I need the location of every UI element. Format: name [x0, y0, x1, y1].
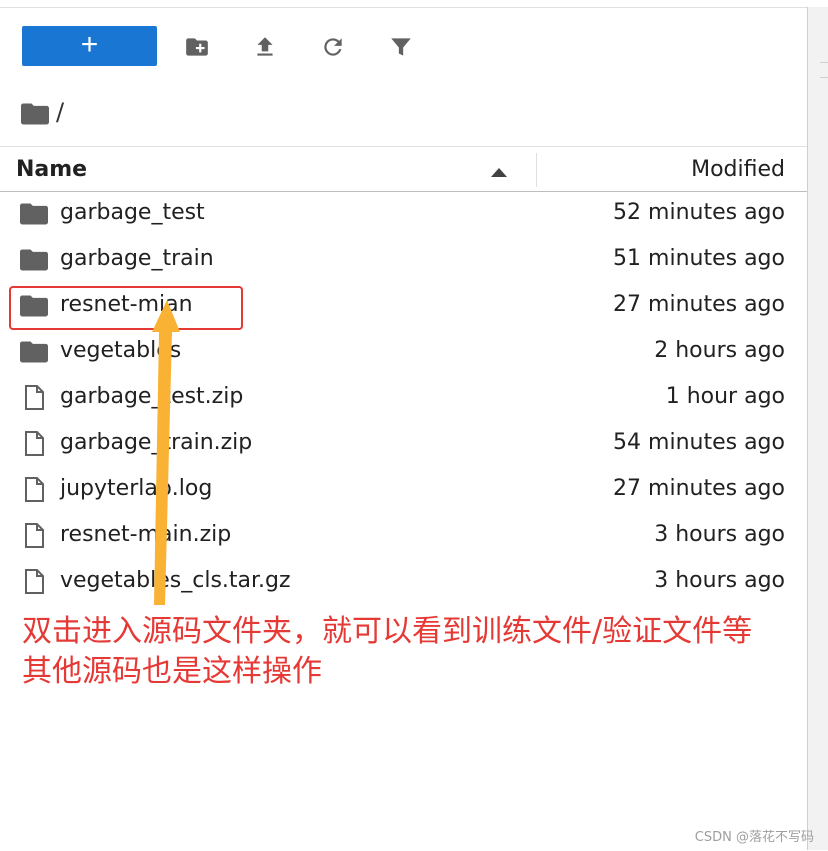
file-icon	[20, 569, 48, 595]
new-launcher-button[interactable]: +	[22, 26, 157, 66]
folder-icon	[20, 247, 48, 273]
folder-icon	[20, 201, 48, 227]
file-modified: 3 hours ago	[654, 568, 785, 593]
file-icon	[20, 523, 48, 549]
annotation-line-1: 双击进入源码文件夹，就可以看到训练文件/验证文件等	[22, 614, 753, 649]
file-row-vegetables[interactable]: vegetables 2 hours ago	[0, 329, 807, 375]
breadcrumb-path[interactable]: /	[56, 98, 64, 126]
file-icon	[20, 477, 48, 503]
file-row-garbage-test-zip[interactable]: garbage_test.zip 1 hour ago	[0, 375, 807, 421]
file-row-vegetables-cls-tar-gz[interactable]: vegetables_cls.tar.gz 3 hours ago	[0, 559, 807, 605]
annotation-text: 双击进入源码文件夹，就可以看到训练文件/验证文件等 其他源码也是这样操作	[22, 612, 812, 692]
new-folder-icon[interactable]	[184, 34, 210, 60]
column-header-modified[interactable]: Modified	[691, 157, 785, 182]
upload-icon[interactable]	[252, 34, 278, 60]
column-header-name[interactable]: Name	[16, 157, 87, 182]
filter-icon[interactable]	[388, 34, 414, 60]
file-row-garbage-test[interactable]: garbage_test 52 minutes ago	[0, 191, 807, 237]
file-name: jupyterlab.log	[60, 476, 213, 501]
file-modified: 2 hours ago	[654, 338, 785, 363]
edge-line	[820, 62, 828, 63]
listing-header: Name Modified	[0, 146, 807, 192]
sort-ascending-icon[interactable]	[490, 163, 508, 177]
refresh-icon[interactable]	[320, 34, 346, 60]
file-name: garbage_train.zip	[60, 430, 253, 455]
file-modified: 27 minutes ago	[613, 292, 785, 317]
file-row-resnet-main-zip[interactable]: resnet-main.zip 3 hours ago	[0, 513, 807, 559]
file-row-garbage-train[interactable]: garbage_train 51 minutes ago	[0, 237, 807, 283]
highlight-box	[9, 286, 243, 330]
file-modified: 51 minutes ago	[613, 246, 785, 271]
file-name: garbage_train	[60, 246, 214, 271]
file-name: garbage_test.zip	[60, 384, 244, 409]
edge-line	[820, 77, 828, 78]
file-name: resnet-main.zip	[60, 522, 232, 547]
file-modified: 3 hours ago	[654, 522, 785, 547]
annotation-line-2: 其他源码也是这样操作	[22, 654, 322, 689]
file-modified: 52 minutes ago	[613, 200, 785, 225]
file-modified: 27 minutes ago	[613, 476, 785, 501]
file-modified: 54 minutes ago	[613, 430, 785, 455]
adjacent-panel-edge	[807, 7, 828, 850]
file-modified: 1 hour ago	[665, 384, 785, 409]
watermark: CSDN @落花不写码	[694, 830, 814, 845]
folder-icon	[20, 339, 48, 365]
file-name: garbage_test	[60, 200, 205, 225]
file-name: vegetables	[60, 338, 182, 363]
file-name: vegetables_cls.tar.gz	[60, 568, 291, 593]
file-icon	[20, 431, 48, 457]
file-row-garbage-train-zip[interactable]: garbage_train.zip 54 minutes ago	[0, 421, 807, 467]
file-row-jupyterlab-log[interactable]: jupyterlab.log 27 minutes ago	[0, 467, 807, 513]
column-divider[interactable]	[536, 153, 537, 187]
folder-icon[interactable]	[21, 102, 49, 126]
file-icon	[20, 385, 48, 411]
